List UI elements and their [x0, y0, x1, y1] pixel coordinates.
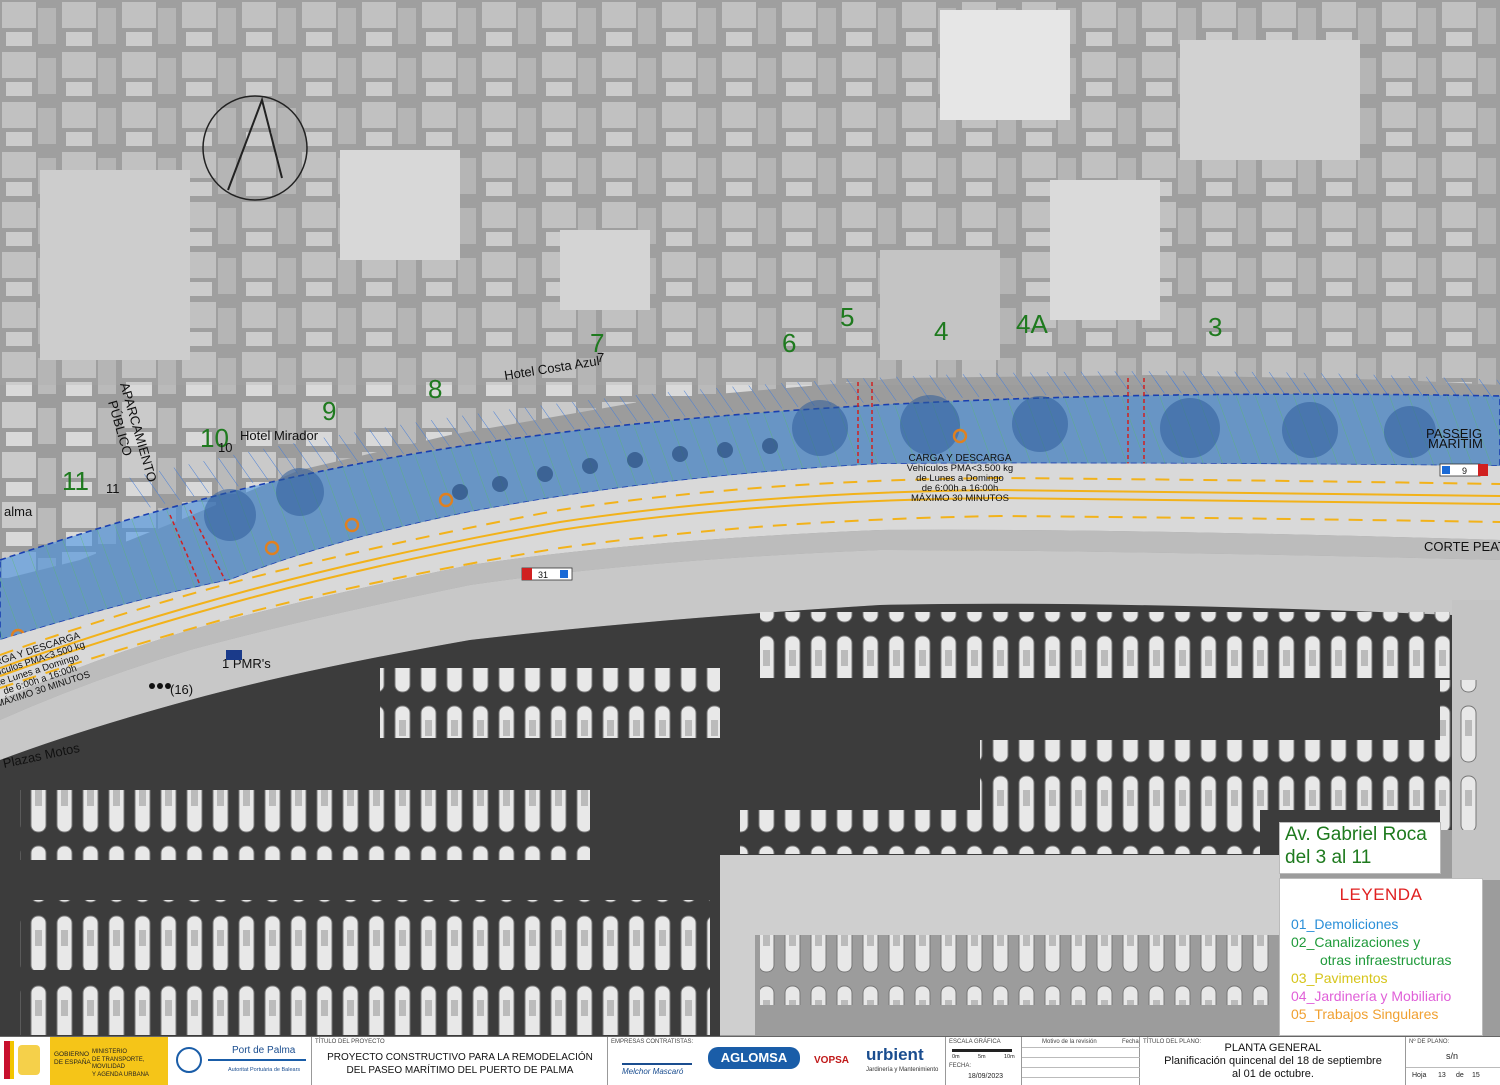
- port-subtitle-text: Autoritat Portuària de Balears: [228, 1067, 301, 1073]
- vopsa-logo: VOPSA: [814, 1055, 850, 1066]
- label-palma: alma: [4, 504, 33, 519]
- scale-caption: ESCALA GRÁFICA: [949, 1039, 1001, 1045]
- contractors-caption: EMPRESAS CONTRATISTAS:: [611, 1039, 694, 1045]
- label-maritim: MARÍTIM: [1428, 436, 1483, 451]
- zone-label-11: 11: [62, 466, 89, 496]
- date-value: 18/09/2023: [968, 1073, 1004, 1080]
- port-de-palma-text: Port de Palma: [232, 1045, 296, 1056]
- melchor-text: Melchor Mascaró: [622, 1067, 684, 1076]
- revision-caption: Motivo de la revisión: [1042, 1039, 1097, 1045]
- legend-item-jardineria: 04_Jardinería y Mobiliario: [1291, 988, 1452, 1004]
- legend-title: LEYENDA: [1339, 885, 1423, 904]
- project-title-line2: DEL PASEO MARÍTIMO DEL PUERTO DE PALMA: [346, 1065, 574, 1076]
- street-title-box: Av. Gabriel Roca del 3 al 11: [1279, 822, 1441, 874]
- urbient-logo: urbient: [866, 1045, 924, 1064]
- urbient-subtitle: Jardinería y Mantenimiento: [866, 1067, 939, 1073]
- street-title-line2: del 3 al 11: [1285, 847, 1372, 868]
- zone-label-4a: 4A: [1016, 309, 1048, 339]
- port-logo-cell: Port de Palma Autoritat Portuària de Bal…: [168, 1037, 312, 1085]
- plan-number: s/n: [1446, 1051, 1459, 1061]
- label-corte-peatonal: CORTE PEATONA: [1424, 539, 1500, 554]
- label-hotel-costa-azul-num: 7: [597, 350, 604, 365]
- label-number-11: 11: [106, 481, 120, 496]
- port-emblem-icon: [176, 1047, 202, 1073]
- spain-coat-of-arms-icon: [18, 1045, 40, 1075]
- legend: LEYENDA 01_Demoliciones 02_Canalizacione…: [1279, 878, 1483, 1036]
- title-block: GOBIERNO DE ESPAÑA MINISTERIO DE TRANSPO…: [0, 1036, 1500, 1085]
- scale-date-cell: ESCALA GRÁFICA 0m 5m 10m FECHA: 18/09/20…: [946, 1037, 1022, 1085]
- legend-item-canalizaciones: 02_Canalizaciones y: [1291, 934, 1421, 950]
- plan-number-caption: Nº DE PLANO:: [1409, 1039, 1450, 1045]
- ministerio-text: MINISTERIO: [92, 1049, 128, 1055]
- plan-title-line1: PLANTA GENERAL: [1224, 1042, 1322, 1054]
- zone-label-6: 6: [782, 328, 796, 358]
- sheet-total: 15: [1472, 1072, 1480, 1079]
- scale-10: 10m: [1004, 1054, 1015, 1060]
- zone-label-9: 9: [322, 396, 336, 426]
- site-plan-map: 11 10 9 8 7 6 5 4 4A 3 APARCAMIENTO PÚBL…: [0, 0, 1500, 1036]
- label-hotel-mirador-num: 10: [218, 440, 232, 455]
- sheet-label: Hoja: [1412, 1072, 1427, 1079]
- plan-title-line2: Planificación quincenal del 18 de septie…: [1164, 1055, 1382, 1067]
- contractors-cell: EMPRESAS CONTRATISTAS: Melchor Mascaró A…: [608, 1037, 946, 1085]
- date-caption: FECHA:: [949, 1063, 972, 1069]
- sign-9: 9: [1462, 466, 1467, 476]
- melchor-logo-icon: [622, 1049, 692, 1065]
- legend-item-demoliciones: 01_Demoliciones: [1291, 916, 1399, 932]
- carga-descarga-note: CARGA Y DESCARGA Vehículos PMA<3.500 kg …: [907, 453, 1013, 504]
- sheet-of: de: [1456, 1072, 1464, 1079]
- label-p16: (16): [170, 682, 193, 697]
- revision-date-caption: Fecha: [1122, 1039, 1139, 1045]
- label-hotel-mirador: Hotel Mirador: [240, 428, 319, 443]
- ministry-logo-cell: GOBIERNO DE ESPAÑA MINISTERIO DE TRANSPO…: [0, 1037, 168, 1085]
- zone-label-5: 5: [840, 302, 854, 332]
- scale-0: 0m: [952, 1054, 960, 1060]
- sheet-number: 13: [1438, 1072, 1446, 1079]
- aglomsa-logo: AGLOMSA: [708, 1047, 800, 1069]
- gobierno-text: GOBIERNO: [54, 1051, 90, 1058]
- plan-title-line3: al 01 de octubre.: [1232, 1068, 1314, 1080]
- legend-item-trabajos-singulares: 05_Trabajos Singulares: [1291, 1006, 1439, 1022]
- ministerio-text-3: Y AGENDA URBANA: [92, 1071, 149, 1078]
- plan-number-cell: Nº DE PLANO: s/n Hoja 13 de 15: [1406, 1037, 1500, 1085]
- project-caption: TÍTULO DEL PROYECTO: [315, 1039, 385, 1045]
- plan-title-cell: TÍTULO DEL PLANO: PLANTA GENERAL Planifi…: [1140, 1037, 1406, 1085]
- legend-item-pavimentos: 03_Pavimentos: [1291, 970, 1388, 986]
- sign-31: 31: [538, 570, 548, 580]
- street-title-line1: Av. Gabriel Roca: [1285, 824, 1427, 845]
- espana-text: DE ESPAÑA: [54, 1059, 91, 1066]
- ministerio-text-2: DE TRANSPORTE, MOVILIDAD: [92, 1056, 145, 1071]
- carga-l5: MÁXIMO 30 MINUTOS: [911, 493, 1009, 504]
- zone-label-4: 4: [934, 316, 948, 346]
- legend-item-infraestructuras: otras infraestructuras: [1320, 952, 1452, 968]
- project-title-cell: TÍTULO DEL PROYECTO PROYECTO CONSTRUCTIV…: [312, 1037, 608, 1085]
- revision-cell: Motivo de la revisión Fecha: [1022, 1037, 1140, 1085]
- project-title-line1: PROYECTO CONSTRUCTIVO PARA LA REMODELACI…: [327, 1052, 593, 1063]
- zone-label-3: 3: [1208, 312, 1222, 342]
- scale-5: 5m: [978, 1054, 986, 1060]
- zone-label-8: 8: [428, 374, 442, 404]
